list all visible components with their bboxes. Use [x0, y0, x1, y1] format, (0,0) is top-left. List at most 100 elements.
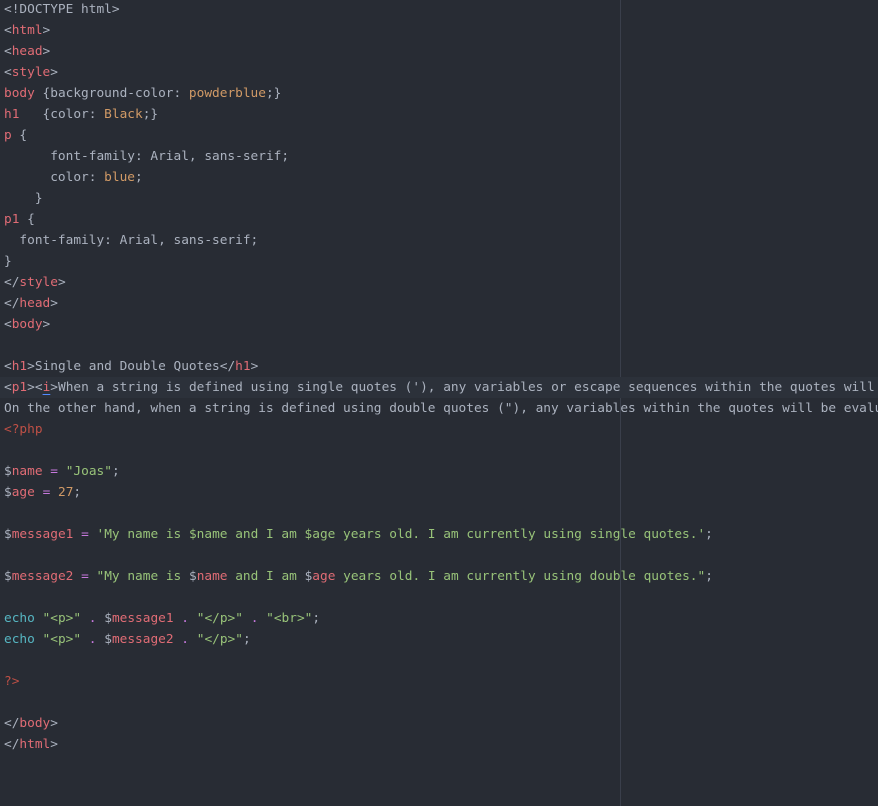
code-line[interactable]: echo "<p>" . $message1 . "</p>" . "<br>"…	[4, 608, 878, 629]
code-token: }	[4, 191, 43, 206]
code-line[interactable]	[4, 587, 878, 608]
code-line[interactable]: p1 {	[4, 209, 878, 230]
code-token: "</p>"	[196, 611, 243, 626]
code-token: message2	[111, 632, 174, 647]
code-line[interactable]: </body>	[4, 713, 878, 734]
code-line[interactable]: <style>	[4, 62, 878, 83]
code-token: {	[11, 128, 28, 143]
code-token: $	[4, 569, 12, 584]
code-line[interactable]: color: blue;	[4, 167, 878, 188]
code-token: </	[4, 716, 20, 731]
code-token: $	[96, 632, 112, 647]
code-line[interactable]: font-family: Arial, sans-serif;	[4, 230, 878, 251]
code-token: >Single and Double Quotes</	[27, 359, 236, 374]
code-line[interactable]: h1 {color: Black;}	[4, 104, 878, 125]
code-line[interactable]: $message2 = "My name is $name and I am $…	[4, 566, 878, 587]
code-token: age	[312, 569, 336, 584]
code-token: >	[50, 296, 58, 311]
code-token: "<br>"	[266, 611, 313, 626]
code-line[interactable]	[4, 692, 878, 713]
code-token: "<p>"	[42, 632, 82, 647]
code-lines[interactable]: <!DOCTYPE html> <html> <head> <style> body {…	[0, 0, 878, 755]
code-line[interactable]: $message1 = 'My name is $name and I am $…	[4, 524, 878, 545]
code-token: ;	[73, 485, 82, 500]
code-token: >When a string is defined using single q…	[50, 380, 875, 395]
code-token: blue	[104, 170, 135, 185]
code-token: ;	[242, 632, 251, 647]
code-token: ;	[705, 569, 713, 584]
code-line[interactable]: p {	[4, 125, 878, 146]
code-token: {color:	[19, 107, 105, 122]
code-token: =	[81, 527, 89, 542]
code-token: html	[19, 737, 51, 752]
code-token: "<p>"	[42, 611, 82, 626]
code-token: $	[4, 464, 12, 479]
code-line[interactable]: On the other hand, when a string is defi…	[4, 398, 878, 419]
code-line[interactable]	[4, 650, 878, 671]
code-token: 'My name is $name and I am $age years ol…	[96, 527, 706, 542]
code-line[interactable]: <?php	[4, 419, 878, 440]
code-line[interactable]: $name = "Joas";	[4, 461, 878, 482]
code-line[interactable]: </head>	[4, 293, 878, 314]
code-line[interactable]	[4, 503, 878, 524]
code-line[interactable]: <!DOCTYPE html>	[4, 0, 878, 20]
code-line[interactable]: font-family: Arial, sans-serif;	[4, 146, 878, 167]
code-token: >	[42, 44, 51, 59]
code-token: </	[4, 737, 20, 752]
code-token: .	[88, 632, 97, 647]
code-line[interactable]	[4, 440, 878, 461]
code-token: ;}	[265, 86, 282, 101]
code-token: message1	[11, 527, 74, 542]
code-token: =	[81, 569, 89, 584]
code-token: style	[11, 65, 51, 80]
code-token: .	[181, 632, 190, 647]
code-token: body	[4, 86, 35, 101]
code-line[interactable]: <p1><i>When a string is defined using si…	[0, 377, 878, 398]
code-line[interactable]: }	[4, 188, 878, 209]
code-token: body	[19, 716, 51, 731]
code-line[interactable]: <body>	[4, 314, 878, 335]
code-line[interactable]: }	[4, 251, 878, 272]
code-line[interactable]: ?>	[4, 671, 878, 692]
code-token: color:	[4, 170, 105, 185]
code-line[interactable]: </style>	[4, 272, 878, 293]
code-token: >	[42, 23, 51, 38]
code-line[interactable]: <html>	[4, 20, 878, 41]
code-token: and I am	[227, 569, 305, 584]
code-token: .	[88, 611, 97, 626]
code-token: .	[181, 611, 190, 626]
code-token: On the other hand, when a string is defi…	[4, 401, 878, 416]
code-token: "</p>"	[196, 632, 243, 647]
code-token: ;	[705, 527, 713, 542]
code-token: name	[196, 569, 228, 584]
code-line[interactable]: </html>	[4, 734, 878, 755]
code-line[interactable]: body {background-color: powderblue;}	[4, 83, 878, 104]
code-token: body	[11, 317, 43, 332]
code-token: >	[50, 65, 58, 80]
code-line[interactable]	[4, 545, 878, 566]
code-token: h1	[4, 107, 20, 122]
code-token: >	[250, 359, 259, 374]
code-editor[interactable]: <!DOCTYPE html> <html> <head> <style> body {…	[0, 0, 878, 806]
code-line[interactable]: $age = 27;	[4, 482, 878, 503]
code-token: 27	[58, 485, 74, 500]
code-line[interactable]	[4, 335, 878, 356]
code-line[interactable]: <h1>Single and Double Quotes</h1>	[4, 356, 878, 377]
code-token: name	[11, 464, 43, 479]
code-line[interactable]: <head>	[4, 41, 878, 62]
code-token: ;	[312, 611, 321, 626]
code-token: p1	[11, 380, 28, 395]
code-token: powderblue	[188, 86, 266, 101]
code-token: h1	[11, 359, 28, 374]
code-line[interactable]: echo "<p>" . $message2 . "</p>";	[4, 629, 878, 650]
